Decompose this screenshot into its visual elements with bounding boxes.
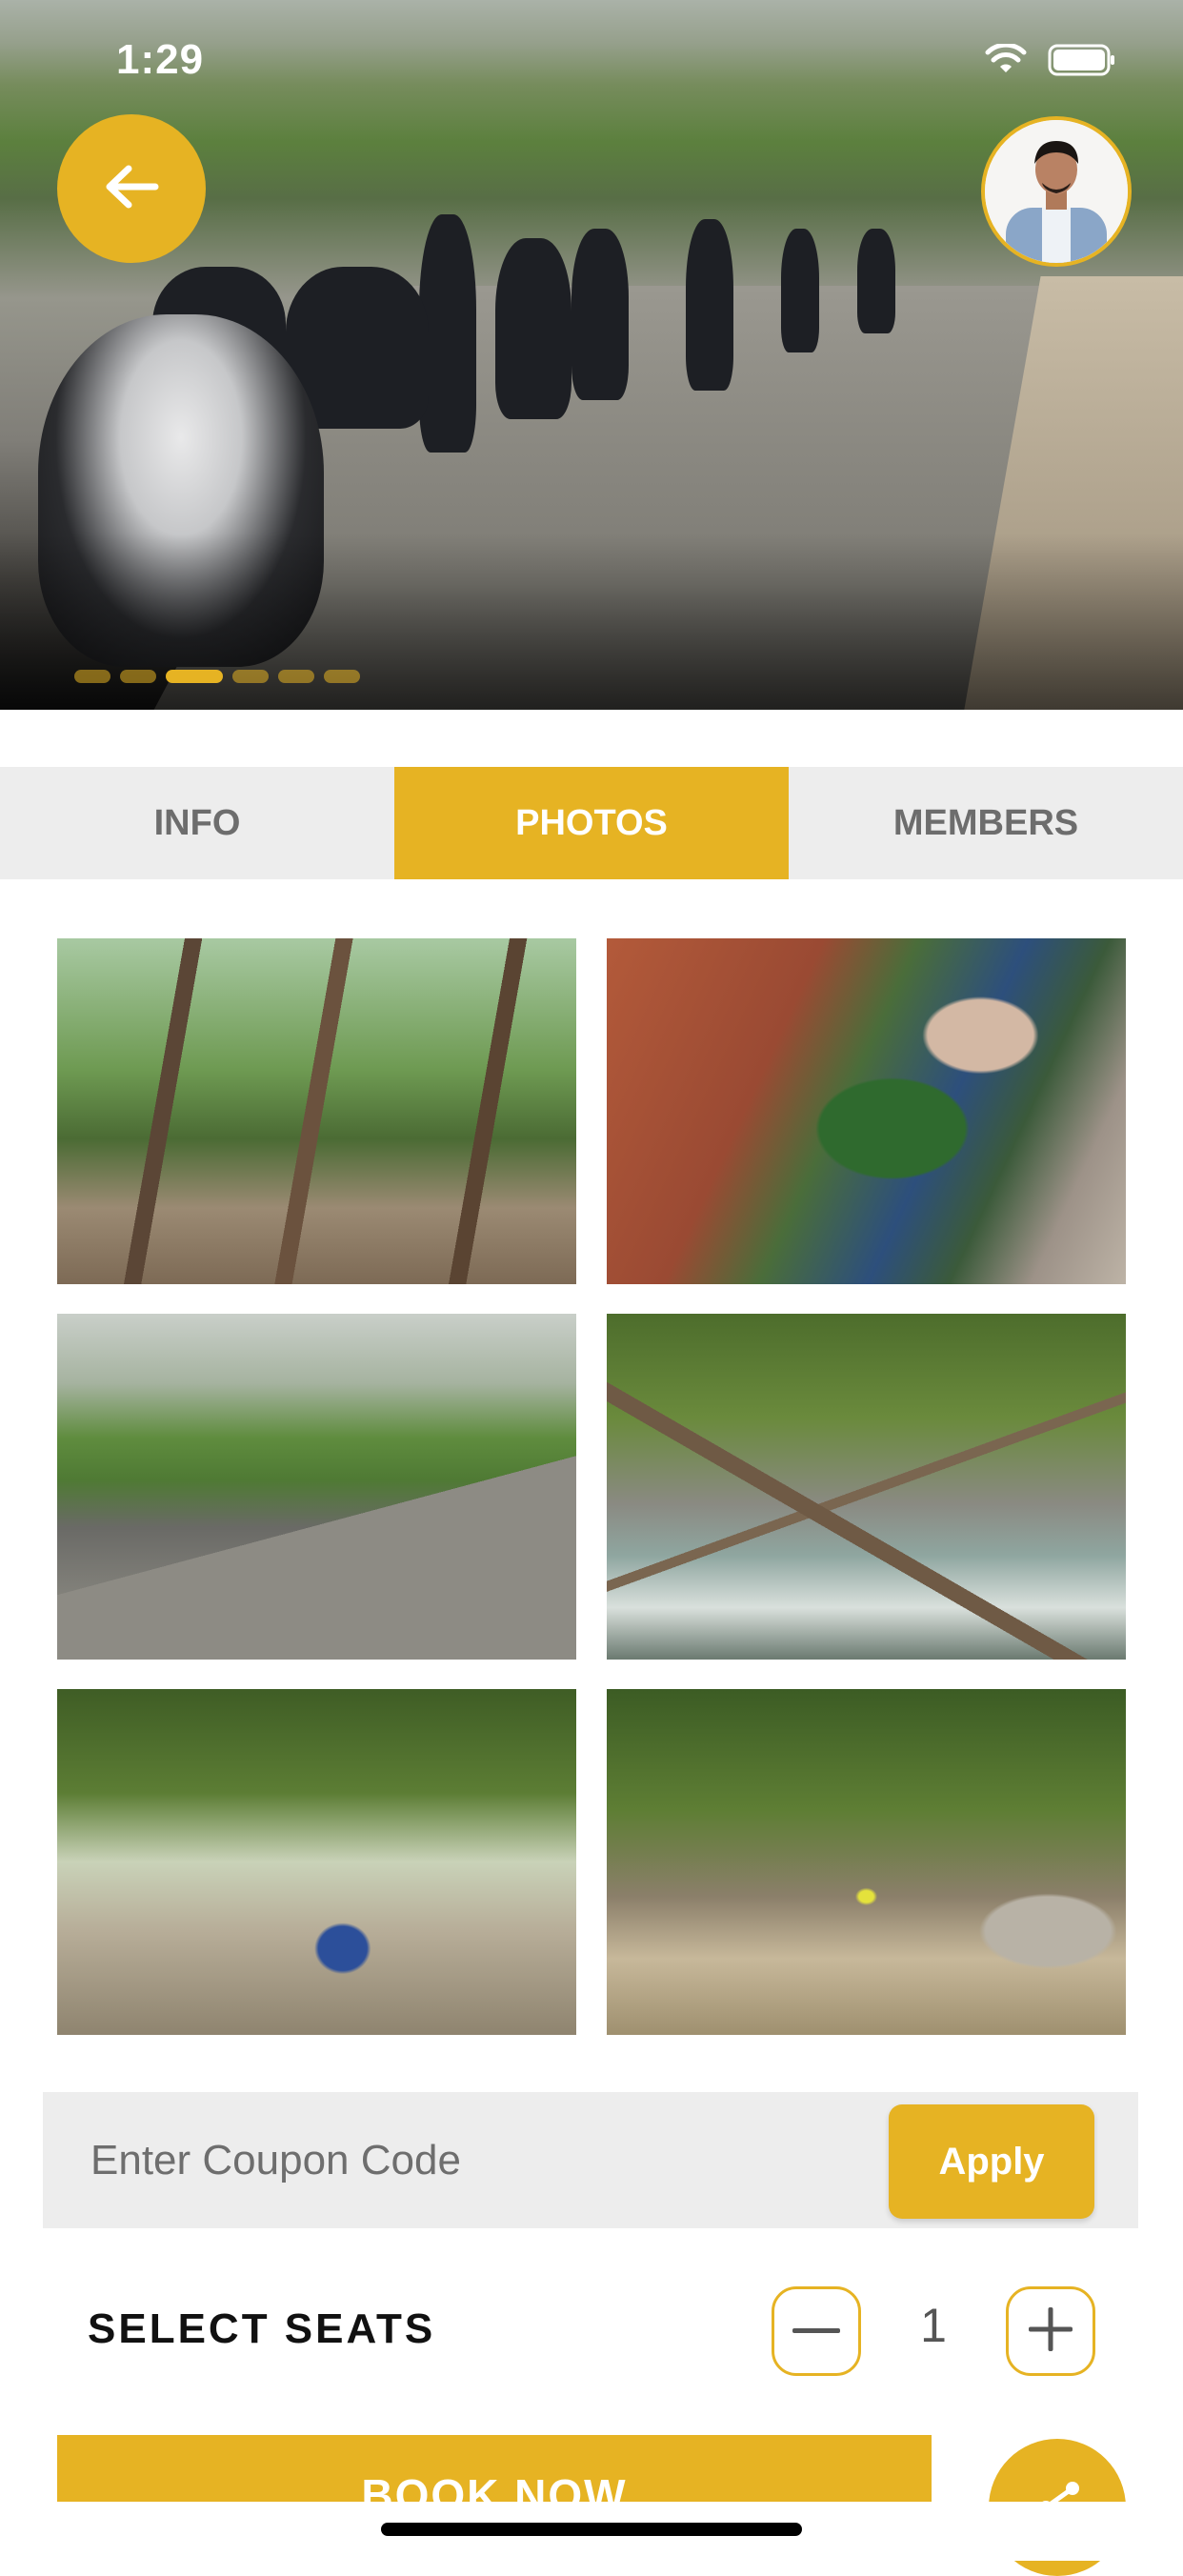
apply-button[interactable]: Apply: [889, 2104, 1094, 2219]
carousel-indicator: [74, 670, 360, 683]
carousel-dot-active[interactable]: [166, 670, 223, 683]
hero-image: [0, 0, 1183, 710]
status-icons: [985, 44, 1116, 76]
decrease-seats-button[interactable]: [772, 2286, 861, 2376]
photo-forest-riders[interactable]: [57, 938, 576, 1284]
increase-seats-button[interactable]: [1006, 2286, 1095, 2376]
photo-trail-riders[interactable]: [57, 1689, 576, 2035]
plus-icon: [1029, 2306, 1073, 2356]
hero-rider: [781, 229, 819, 352]
avatar[interactable]: [981, 116, 1132, 267]
back-button[interactable]: [57, 114, 206, 263]
photo-grid: [57, 938, 1126, 2035]
coupon-input[interactable]: [89, 2126, 873, 2195]
hero-rider: [571, 229, 629, 400]
photo-road-riders[interactable]: [57, 1314, 576, 1660]
book-now-button[interactable]: BOOK NOW: [57, 2435, 932, 2502]
hero-rider: [686, 219, 733, 391]
carousel-dot[interactable]: [324, 670, 360, 683]
photo-monastery-riders[interactable]: [607, 938, 1126, 1284]
photo-river-bridge[interactable]: [607, 1314, 1126, 1660]
battery-icon: [1048, 44, 1116, 76]
hero-rider: [495, 238, 571, 419]
wifi-icon: [985, 44, 1027, 76]
carousel-dot[interactable]: [278, 670, 314, 683]
arrow-left-icon: [104, 164, 159, 214]
tab-info[interactable]: INFO: [0, 767, 394, 879]
book-now-label: BOOK NOW: [361, 2470, 628, 2502]
photo-creek-crossing[interactable]: [607, 1689, 1126, 2035]
coupon-bar: Apply: [43, 2092, 1138, 2228]
hero-rider: [857, 229, 895, 333]
tab-members[interactable]: MEMBERS: [789, 767, 1183, 879]
status-time: 1:29: [116, 36, 205, 83]
home-indicator[interactable]: [381, 2523, 802, 2536]
carousel-dot[interactable]: [120, 670, 156, 683]
seat-count: 1: [920, 2299, 947, 2352]
tab-photos[interactable]: PHOTOS: [394, 767, 789, 879]
carousel-dot[interactable]: [232, 670, 269, 683]
tab-bar: INFO PHOTOS MEMBERS: [0, 767, 1183, 879]
hero-fade: [0, 533, 1183, 710]
select-seats-label: SELECT SEATS: [88, 2305, 436, 2352]
minus-icon: [792, 2323, 840, 2340]
carousel-dot[interactable]: [74, 670, 110, 683]
